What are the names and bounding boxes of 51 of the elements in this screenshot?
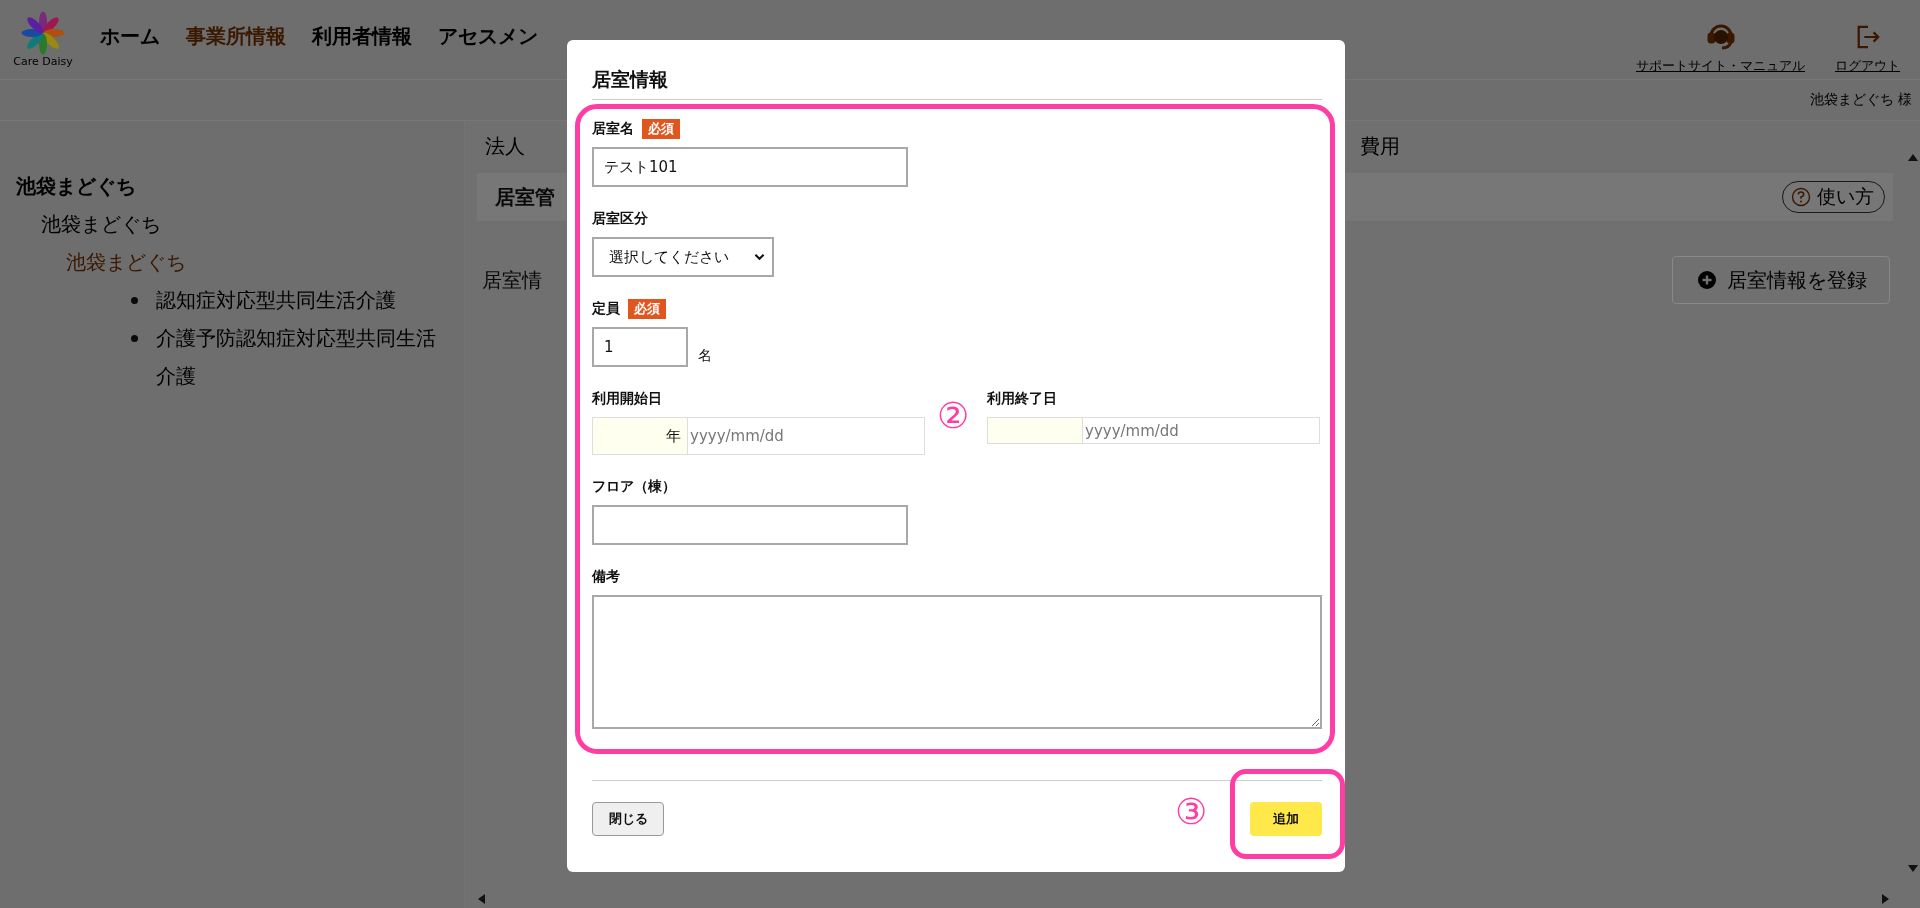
tree-item[interactable]: 認知症対応型共同生活介護: [156, 281, 396, 319]
field-label: 利用終了日: [987, 390, 1057, 408]
field-label: フロア（棟）: [592, 478, 676, 496]
tree-item[interactable]: 池袋まどぐち: [66, 243, 464, 281]
number-field[interactable]: 1: [592, 327, 688, 367]
support-link[interactable]: サポートサイト・マニュアル: [1636, 56, 1805, 75]
nav-link[interactable]: 利用者情報: [312, 23, 412, 50]
bullet-icon: [131, 297, 138, 304]
field-label: 定員: [592, 300, 620, 318]
annotation-number: ②: [937, 396, 970, 436]
tree-item[interactable]: 池袋まどぐち: [41, 205, 464, 243]
list-label: 居室情: [482, 266, 542, 294]
scroll-left-icon[interactable]: [477, 893, 485, 904]
scroll-up-icon[interactable]: [1907, 153, 1918, 161]
dialog-title: 居室情報: [592, 67, 1322, 100]
field-label: 居室名: [592, 120, 634, 138]
notes-field[interactable]: [592, 595, 1322, 729]
field-label: 居室区分: [592, 210, 648, 228]
nav-link[interactable]: アセスメン: [438, 23, 538, 50]
required-badge: 必須: [628, 299, 666, 319]
tree-item[interactable]: 介護予防認知症対応型共同生活介護: [156, 319, 441, 395]
tab[interactable]: 費用: [1360, 132, 1400, 160]
logout-link[interactable]: ログアウト: [1835, 56, 1900, 75]
field-label: 備考: [592, 568, 620, 586]
chevron-down-icon: [754, 253, 765, 261]
unit-label: 名: [698, 347, 712, 365]
date-field[interactable]: yyyy/mm/dd: [1083, 417, 1320, 444]
date-field[interactable]: yyyy/mm/dd: [688, 417, 925, 455]
add-button[interactable]: 追加: [1250, 802, 1322, 836]
plus-circle-icon: [1697, 270, 1717, 290]
help-icon: [1791, 187, 1811, 207]
text-field[interactable]: テスト101: [592, 147, 908, 187]
field-label: 利用開始日: [592, 390, 662, 408]
year-unit: 年: [592, 417, 688, 455]
bullet-icon: [131, 335, 138, 342]
section-title: 居室管: [495, 183, 555, 211]
scroll-right-icon[interactable]: [1882, 893, 1890, 904]
nav-link[interactable]: ホーム: [100, 23, 160, 50]
scroll-down-icon[interactable]: [1907, 865, 1918, 873]
annotation-number: ③: [1175, 792, 1208, 832]
nav-link[interactable]: 事業所情報: [186, 23, 286, 50]
close-button[interactable]: 閉じる: [592, 802, 664, 836]
register-button[interactable]: 居室情報を登録: [1672, 256, 1890, 304]
user-name: 池袋まどぐち 様: [1809, 91, 1912, 109]
flower-logo-icon: [21, 11, 65, 55]
tab[interactable]: 法人: [485, 132, 525, 160]
dropdown[interactable]: 選択してください: [592, 237, 774, 277]
logo-text: Care Daisy: [13, 55, 73, 68]
required-badge: 必須: [642, 119, 680, 139]
text-field[interactable]: [592, 505, 908, 545]
tree-item[interactable]: 池袋まどぐち: [16, 167, 464, 205]
